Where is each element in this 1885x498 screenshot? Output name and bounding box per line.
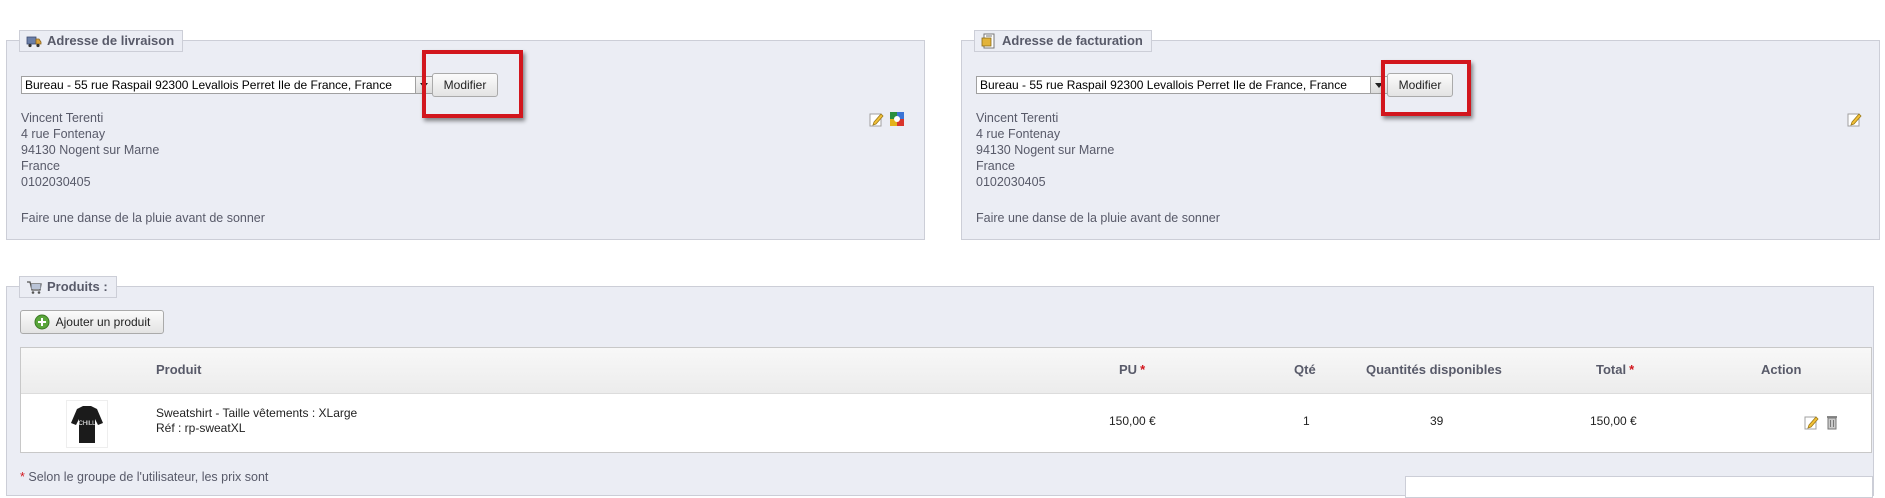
shipping-name: Vincent Terenti [21,111,104,125]
billing-phone: 0102030405 [976,175,1046,189]
price-footnote: * Selon le groupe de l'utilisateur, les … [20,470,268,484]
sweatshirt-image: CHILL [71,406,103,443]
products-legend: Produits : [19,276,117,298]
product-qty: 1 [1303,414,1310,428]
add-icon [34,314,50,330]
shipping-address-legend: Adresse de livraison [19,30,184,52]
billing-city: 94130 Nogent sur Marne [976,143,1115,157]
trash-icon[interactable] [1824,414,1840,430]
shipping-address-select-value: Bureau - 55 rue Raspail 92300 Levallois … [25,78,392,92]
billing-address-panel: Adresse de facturation Bureau - 55 rue R… [961,30,1880,240]
google-maps-icon[interactable] [889,111,905,127]
required-mark: * [1140,362,1146,377]
truck-icon [26,33,42,49]
shipping-street: 4 rue Fontenay [21,127,106,141]
price-footnote-text: Selon le groupe de l'utilisateur, les pr… [28,470,269,484]
billing-address-title: Adresse de facturation [1002,33,1143,48]
shipping-phone: 0102030405 [21,175,91,189]
shipping-city: 94130 Nogent sur Marne [21,143,160,157]
products-title: Produits : [47,279,108,294]
column-total: Total * [1596,362,1634,377]
product-total: 150,00 € [1590,414,1637,428]
column-qty: Qté [1294,362,1316,377]
products-table-header: Produit PU * Qté Quantités disponibles To… [21,348,1871,394]
billing-address-select-value: Bureau - 55 rue Raspail 92300 Levallois … [980,78,1347,92]
product-available: 39 [1430,414,1444,428]
product-ref: Réf : rp-sweatXL [156,421,246,435]
billing-address-details: Vincent Terenti 4 rue Fontenay 94130 Nog… [976,110,1114,190]
billing-note: Faire une danse de la pluie avant de son… [976,211,1220,225]
add-product-button[interactable]: Ajouter un produit [20,310,164,334]
column-unit-price: PU * [1119,362,1145,377]
product-thumbnail: CHILL [66,400,108,448]
products-table: Produit PU * Qté Quantités disponibles To… [20,347,1872,453]
product-unit-price: 150,00 € [1109,414,1156,428]
shipping-note: Faire une danse de la pluie avant de son… [21,211,265,225]
billing-country: France [976,159,1015,173]
invoice-icon [981,33,997,49]
billing-name: Vincent Terenti [976,111,1059,125]
sweatshirt-print: CHILL [78,421,96,427]
edit-icon[interactable] [869,111,885,127]
required-mark: * [20,470,25,484]
shipping-country: France [21,159,60,173]
billing-street: 4 rue Fontenay [976,127,1061,141]
shipping-address-title: Adresse de livraison [47,33,175,48]
column-product: Produit [156,362,202,377]
cart-icon [26,279,42,295]
column-available: Quantités disponibles [1366,362,1502,377]
product-name: Sweatshirt - Taille vêtements : XLarge R… [156,406,357,436]
shipping-modify-highlight [422,50,523,118]
add-product-label: Ajouter un produit [55,315,151,329]
billing-address-select[interactable]: Bureau - 55 rue Raspail 92300 Levallois … [976,76,1388,94]
column-action: Action [1761,362,1802,377]
edit-icon[interactable] [1847,111,1863,127]
shipping-address-details: Vincent Terenti 4 rue Fontenay 94130 Nog… [21,110,159,190]
shipping-address-panel: Adresse de livraison Bureau - 55 rue Ras… [6,30,925,240]
edit-icon[interactable] [1804,414,1820,430]
column-total-label: Total [1596,362,1627,377]
required-mark: * [1629,362,1635,377]
billing-modify-highlight [1381,60,1471,116]
billing-address-legend: Adresse de facturation [974,30,1152,52]
shipping-address-select[interactable]: Bureau - 55 rue Raspail 92300 Levallois … [21,76,433,94]
totals-box [1405,476,1873,498]
table-row: CHILL Sweatshirt - Taille vêtements : XL… [21,394,1871,452]
product-name-text: Sweatshirt - Taille vêtements : XLarge [156,406,358,420]
column-unit-price-label: PU [1119,362,1138,377]
